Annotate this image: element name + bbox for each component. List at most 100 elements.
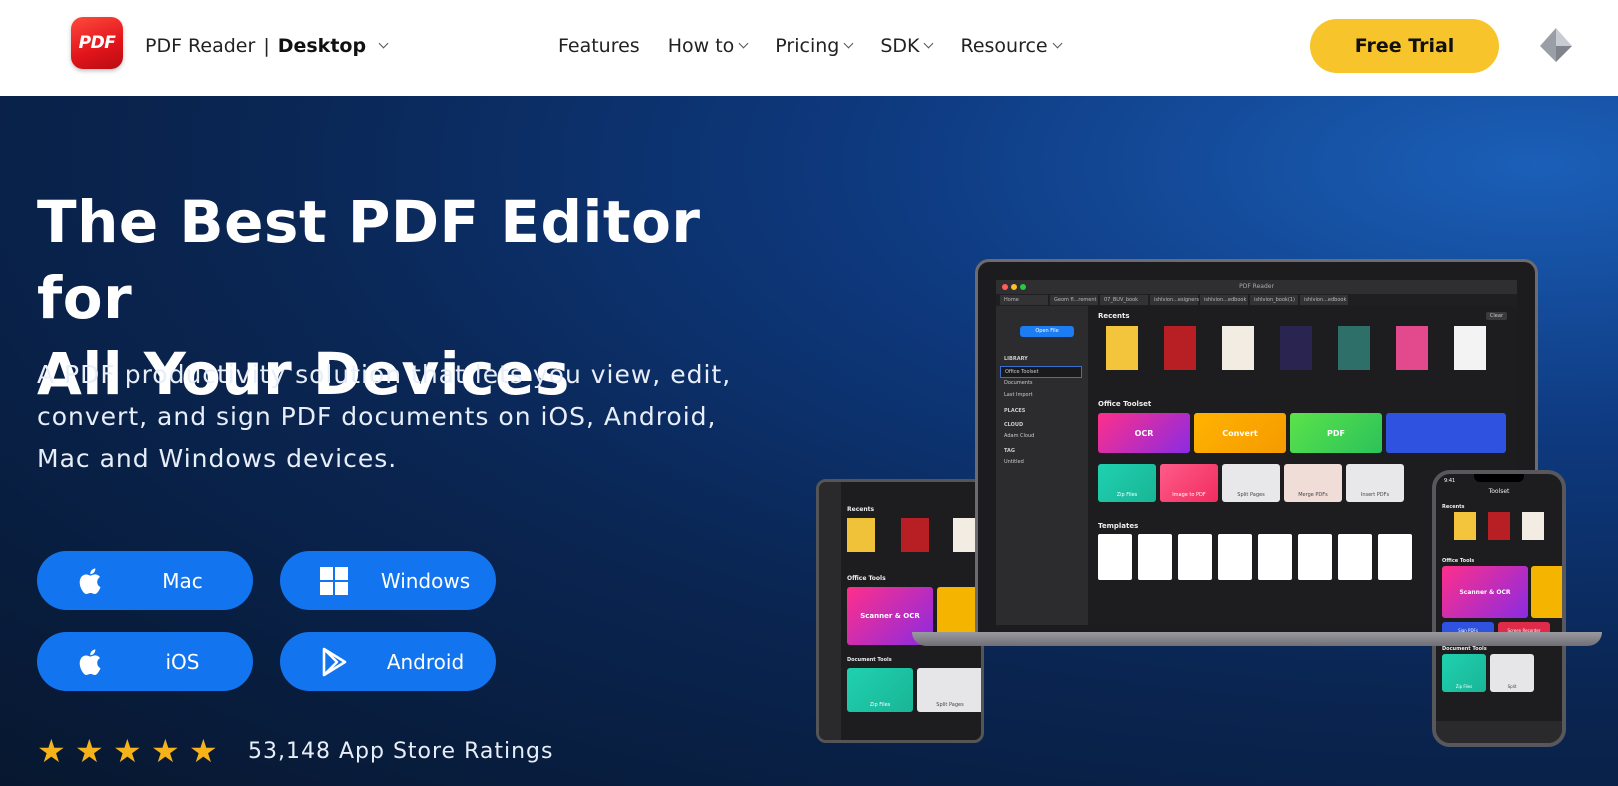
- doc-tab: ishlvion...edbook: [1300, 295, 1348, 305]
- sidebar-section: LIBRARY: [1004, 356, 1028, 362]
- phone-tools-label: Office Tools: [1442, 558, 1475, 564]
- template-card: [1258, 534, 1292, 580]
- merge-pdfs-tile: Merge PDFs: [1284, 464, 1342, 502]
- chevron-down-icon: [924, 38, 934, 48]
- convert-tile: [1531, 566, 1562, 618]
- split-tile: Split: [1490, 654, 1534, 692]
- brand-mark-icon[interactable]: [1536, 26, 1576, 66]
- insert-pdfs-tile: Insert PDFs: [1346, 464, 1404, 502]
- menu-item-pricing[interactable]: Pricing: [775, 35, 854, 57]
- chevron-down-icon: [843, 38, 854, 48]
- tablet-recents-label: Recents: [847, 506, 875, 513]
- open-file-button: Open File: [1020, 326, 1074, 337]
- sidebar-section: CLOUD: [1004, 422, 1024, 428]
- template-card: [1338, 534, 1372, 580]
- windows-icon: [320, 567, 348, 595]
- apple-icon: [79, 568, 101, 594]
- tablet-sidebar: [819, 482, 841, 740]
- tablet-mockup: Recents Office Tools Scanner & OCR Docum…: [816, 479, 984, 743]
- templates-label: Templates: [1098, 522, 1139, 530]
- menu-item-features[interactable]: Features: [558, 35, 640, 57]
- product-switcher[interactable]: PDF Reader | Desktop: [145, 35, 389, 57]
- app-sidebar: Open File LIBRARY Office Toolset Documen…: [996, 306, 1088, 625]
- sidebar-item-cloud: Adam Cloud: [1004, 433, 1035, 439]
- book-thumbnail: [1164, 326, 1196, 370]
- sidebar-section: TAG: [1004, 448, 1015, 454]
- windows-download-button[interactable]: Windows: [280, 551, 496, 610]
- phone-mockup: 9:41 Toolset Recents Office Tools Scanne…: [1432, 470, 1566, 747]
- menu-label: How to: [667, 35, 735, 57]
- menu-label: Features: [558, 35, 640, 57]
- google-play-icon: [322, 647, 347, 677]
- menu-label: Pricing: [775, 35, 840, 57]
- clear-button: Clear: [1485, 312, 1507, 320]
- menu-item-sdk[interactable]: SDK: [880, 35, 934, 57]
- book-thumbnail: [1454, 326, 1486, 370]
- button-label: Mac: [162, 568, 203, 593]
- doc-tab: ishlvion_book(1): [1250, 295, 1298, 305]
- free-trial-button[interactable]: Free Trial: [1310, 19, 1499, 73]
- brand-name: PDF Reader: [145, 35, 256, 57]
- sidebar-section: PLACES: [1004, 408, 1026, 414]
- book-thumbnail: [1522, 512, 1544, 540]
- star-icon: ★: [75, 732, 104, 770]
- template-card: [1178, 534, 1212, 580]
- menu-item-how-to[interactable]: How to: [667, 35, 749, 57]
- apple-icon: [79, 649, 101, 675]
- android-download-button[interactable]: Android: [280, 632, 496, 691]
- chevron-down-icon: [738, 38, 749, 48]
- ios-download-button[interactable]: iOS: [37, 632, 253, 691]
- book-thumbnail: [1454, 512, 1476, 540]
- book-thumbnail: [1280, 326, 1312, 370]
- logo-text: PDF: [78, 33, 116, 53]
- tablet-office-label: Office Tools: [847, 575, 886, 582]
- book-thumbnail: [1396, 326, 1428, 370]
- doc-tab: ishlvion...edbook: [1200, 295, 1248, 305]
- template-card: [1298, 534, 1332, 580]
- book-thumbnail: [847, 518, 875, 552]
- doc-tab: 07_BUV_book: [1100, 295, 1148, 305]
- recents-label: Recents: [1098, 312, 1130, 320]
- document-tabs: Home Geom fl...rement 07_BUV_book ishlvi…: [996, 294, 1517, 306]
- doc-tab: Home: [1000, 295, 1048, 305]
- brand-product: Desktop: [277, 35, 367, 57]
- sidebar-item-last-import: Last Import: [1004, 392, 1033, 398]
- menu-label: SDK: [880, 35, 920, 57]
- app-title: PDF Reader: [1239, 283, 1274, 290]
- star-icon: ★: [37, 732, 66, 770]
- split-pages-tile: Split Pages: [917, 668, 981, 712]
- pdf-tile: PDF: [1290, 413, 1382, 453]
- hero-subtitle: A PDF productivity solution that lets yo…: [37, 360, 732, 473]
- menu-item-resource[interactable]: Resource: [960, 35, 1063, 57]
- book-thumbnail: [1488, 512, 1510, 540]
- laptop-base: [912, 632, 1602, 646]
- star-icon: ★: [189, 732, 218, 770]
- button-label: Windows: [380, 568, 471, 593]
- main-menu: Features How to Pricing SDK Resource: [558, 35, 1089, 57]
- star-icon: ★: [151, 732, 180, 770]
- hero-title-line: The Best PDF Editor for: [37, 188, 701, 332]
- scanner-ocr-tile: Scanner & OCR: [1442, 566, 1528, 618]
- star-icon: ★: [113, 732, 142, 770]
- template-card: [1218, 534, 1252, 580]
- chevron-down-icon: [1052, 38, 1063, 48]
- phone-recents-label: Recents: [1442, 504, 1465, 510]
- brand-separator: |: [263, 35, 270, 57]
- sidebar-item-office-toolset: Office Toolset: [1000, 366, 1082, 378]
- hero-section: The Best PDF Editor for All Your Devices…: [0, 96, 1618, 786]
- template-card: [1098, 534, 1132, 580]
- phone-time: 9:41: [1444, 478, 1456, 484]
- template-card: [1138, 534, 1172, 580]
- phone-doc-tools-label: Document Tools: [1442, 646, 1487, 652]
- tablet-doc-tools-label: Document Tools: [847, 657, 892, 663]
- pdf-reader-logo[interactable]: PDF: [71, 17, 123, 69]
- button-label: Android: [386, 649, 465, 674]
- zip-files-tile: Zip Files: [847, 668, 913, 712]
- ocr-tile: OCR: [1098, 413, 1190, 453]
- button-label: iOS: [165, 649, 200, 674]
- tool-tile: [1386, 413, 1506, 453]
- sidebar-item-tag: Untitled: [1004, 459, 1024, 465]
- doc-tab: ishlvion...esigners: [1150, 295, 1199, 305]
- split-pages-tile: Split Pages: [1222, 464, 1280, 502]
- mac-download-button[interactable]: Mac: [37, 551, 253, 610]
